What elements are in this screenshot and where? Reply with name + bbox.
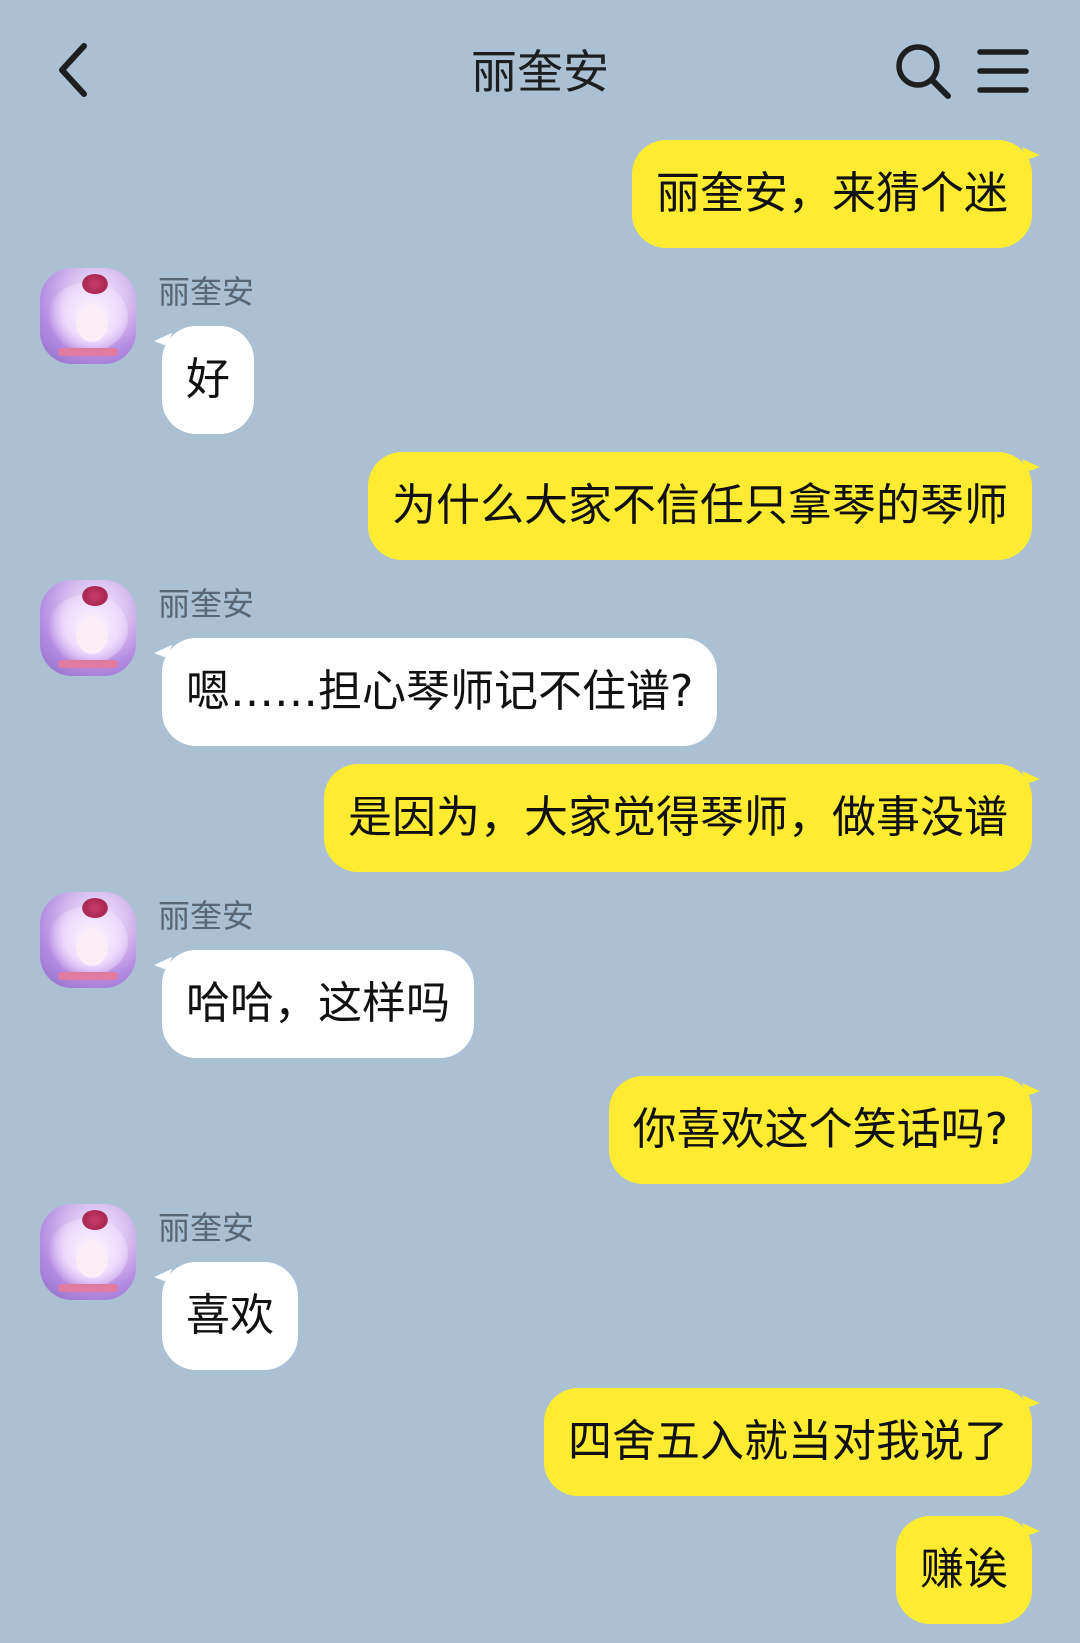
sender-name: 丽奎安: [158, 1209, 255, 1247]
outgoing-message[interactable]: 四舍五入就当对我说了: [544, 1388, 1032, 1496]
incoming-message[interactable]: 好: [162, 326, 254, 434]
outgoing-message[interactable]: 你喜欢这个笑话吗?: [608, 1076, 1032, 1184]
sender-name: 丽奎安: [158, 897, 255, 935]
sender-name: 丽奎安: [158, 273, 255, 311]
incoming-message[interactable]: 嗯……担心琴师记不住谱?: [162, 638, 718, 746]
search-icon: [896, 44, 951, 99]
chat-header: 丽奎安: [0, 0, 1080, 140]
avatar[interactable]: [40, 268, 136, 364]
incoming-message[interactable]: 喜欢: [162, 1262, 298, 1370]
outgoing-message[interactable]: 是因为，大家觉得琴师，做事没谱: [324, 764, 1032, 872]
hamburger-menu-icon: [977, 49, 1029, 93]
search-button[interactable]: [892, 40, 954, 102]
avatar[interactable]: [40, 580, 136, 676]
avatar[interactable]: [40, 892, 136, 988]
menu-button[interactable]: [976, 44, 1030, 98]
incoming-message[interactable]: 哈哈，这样吗: [162, 950, 474, 1058]
outgoing-message[interactable]: 赚诶: [896, 1516, 1032, 1624]
outgoing-message[interactable]: 丽奎安，来猜个迷: [632, 140, 1032, 248]
outgoing-message[interactable]: 为什么大家不信任只拿琴的琴师: [368, 452, 1032, 560]
avatar[interactable]: [40, 1204, 136, 1300]
sender-name: 丽奎安: [158, 585, 255, 623]
